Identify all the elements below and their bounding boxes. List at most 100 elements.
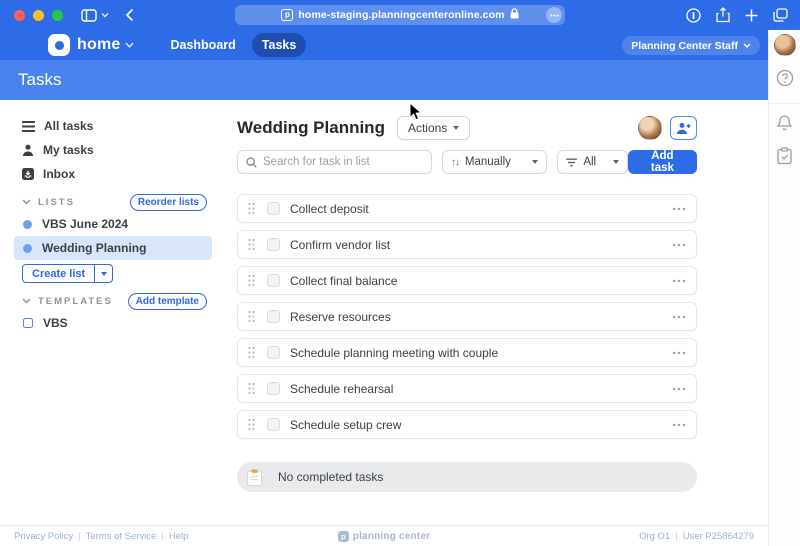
task-list-panel: Wedding Planning Actions — [237, 100, 697, 525]
sidebar-item-inbox[interactable]: Inbox — [0, 162, 230, 186]
site-favicon: p — [281, 9, 293, 21]
address-bar[interactable]: p home-staging.planningcenteronline.com — [235, 5, 565, 25]
task-menu-icon[interactable] — [672, 351, 686, 355]
clipboard-icon — [247, 469, 262, 486]
tasks-clipboard-icon[interactable] — [777, 147, 792, 170]
task-title: Collect final balance — [290, 274, 672, 288]
page-banner-title: Tasks — [18, 70, 61, 90]
task-row[interactable]: Collect final balance — [237, 266, 697, 295]
sidebar-item-all-tasks[interactable]: All tasks — [0, 114, 230, 138]
zoom-window-button[interactable] — [52, 10, 63, 21]
add-task-button[interactable]: Add task — [628, 150, 697, 174]
task-row[interactable]: Schedule planning meeting with couple — [237, 338, 697, 367]
task-row[interactable]: Schedule setup crew — [237, 410, 697, 439]
task-checkbox[interactable] — [267, 202, 280, 215]
task-checkbox[interactable] — [267, 238, 280, 251]
drag-handle-icon[interactable] — [248, 274, 255, 287]
help-link[interactable]: Help — [169, 531, 189, 542]
close-window-button[interactable] — [14, 10, 25, 21]
task-row[interactable]: Collect deposit — [237, 194, 697, 223]
sidebar-list-item[interactable]: VBS June 2024 — [14, 212, 212, 236]
footer-separator: | — [161, 531, 163, 542]
chevron-down-icon — [743, 43, 751, 48]
task-row[interactable]: Schedule rehearsal — [237, 374, 697, 403]
home-app-logo[interactable] — [48, 34, 70, 56]
new-tab-icon[interactable] — [745, 9, 758, 22]
task-checkbox[interactable] — [267, 310, 280, 323]
create-list-split-button: Create list — [22, 264, 113, 283]
planning-center-logo-icon: p — [338, 531, 349, 542]
page-title: Wedding Planning — [237, 118, 385, 138]
task-row[interactable]: Confirm vendor list — [237, 230, 697, 259]
task-title: Schedule planning meeting with couple — [290, 346, 672, 360]
page-banner: Tasks — [0, 60, 768, 100]
app-name[interactable]: home — [77, 36, 120, 54]
chevron-down-icon[interactable] — [101, 12, 109, 18]
chevron-down-icon[interactable] — [22, 298, 31, 304]
add-template-button[interactable]: Add template — [128, 293, 207, 310]
drag-handle-icon[interactable] — [248, 382, 255, 395]
address-bar-more-button[interactable] — [546, 7, 562, 23]
url-text: home-staging.planningcenteronline.com — [298, 9, 504, 21]
nav-tab-tasks[interactable]: Tasks — [252, 33, 307, 57]
share-icon[interactable] — [716, 7, 730, 23]
task-menu-icon[interactable] — [672, 387, 686, 391]
drag-handle-icon[interactable] — [248, 310, 255, 323]
add-person-button[interactable] — [670, 116, 697, 140]
terms-link[interactable]: Terms of Service — [86, 531, 157, 542]
lock-icon — [510, 6, 519, 24]
task-checkbox[interactable] — [267, 418, 280, 431]
nav-tab-dashboard[interactable]: Dashboard — [160, 33, 245, 57]
rail-divider — [769, 103, 800, 104]
drag-handle-icon[interactable] — [248, 202, 255, 215]
sidebar-list-item[interactable]: Wedding Planning — [14, 236, 212, 260]
create-list-button[interactable]: Create list — [23, 265, 94, 282]
templates-section-label: TEMPLATES — [38, 296, 128, 307]
task-list: Collect deposit Confirm vendor list — [237, 194, 697, 439]
notifications-bell-icon[interactable] — [776, 114, 793, 137]
task-menu-icon[interactable] — [672, 315, 686, 319]
task-menu-icon[interactable] — [672, 279, 686, 283]
create-list-caret-button[interactable] — [94, 265, 112, 282]
task-checkbox[interactable] — [267, 346, 280, 359]
assignee-avatar[interactable] — [638, 116, 662, 140]
browser-sidebar-icon[interactable] — [81, 9, 97, 22]
inbox-icon — [22, 168, 34, 180]
user-avatar[interactable] — [774, 34, 796, 56]
org-id: Org O1 — [639, 531, 670, 542]
task-search — [237, 150, 432, 174]
footer-separator: | — [78, 531, 80, 542]
lists-section-header: LISTS Reorder lists — [22, 192, 207, 212]
task-checkbox[interactable] — [267, 274, 280, 287]
task-title: Reserve resources — [290, 310, 672, 324]
list-color-dot — [23, 220, 32, 229]
drag-handle-icon[interactable] — [248, 418, 255, 431]
reorder-lists-button[interactable]: Reorder lists — [130, 194, 207, 211]
drag-handle-icon[interactable] — [248, 238, 255, 251]
back-button[interactable] — [125, 8, 134, 22]
drag-handle-icon[interactable] — [248, 346, 255, 359]
task-checkbox[interactable] — [267, 382, 280, 395]
completed-message: No completed tasks — [278, 470, 383, 484]
filter-dropdown[interactable]: All — [557, 150, 627, 174]
task-menu-icon[interactable] — [672, 207, 686, 211]
privacy-policy-link[interactable]: Privacy Policy — [14, 531, 73, 542]
app-switcher-chevron-icon[interactable] — [125, 42, 134, 48]
sidebar-item-label: All tasks — [44, 119, 93, 133]
actions-button[interactable]: Actions — [397, 116, 470, 140]
chevron-down-icon[interactable] — [22, 199, 31, 205]
search-input[interactable] — [263, 156, 423, 168]
task-menu-icon[interactable] — [672, 243, 686, 247]
account-menu-button[interactable]: Planning Center Staff — [622, 36, 760, 55]
sort-dropdown[interactable]: ↑↓ Manually — [442, 150, 547, 174]
task-menu-icon[interactable] — [672, 423, 686, 427]
password-manager-icon[interactable] — [686, 8, 701, 23]
help-icon[interactable] — [776, 69, 794, 92]
minimize-window-button[interactable] — [33, 10, 44, 21]
window-controls — [14, 10, 63, 21]
sidebar-item-my-tasks[interactable]: My tasks — [0, 138, 230, 162]
task-row[interactable]: Reserve resources — [237, 302, 697, 331]
sidebar-template-item[interactable]: VBS — [14, 311, 212, 335]
app-window: p home-staging.planningcenteronline.com — [0, 0, 800, 546]
tab-overview-icon[interactable] — [773, 8, 788, 22]
